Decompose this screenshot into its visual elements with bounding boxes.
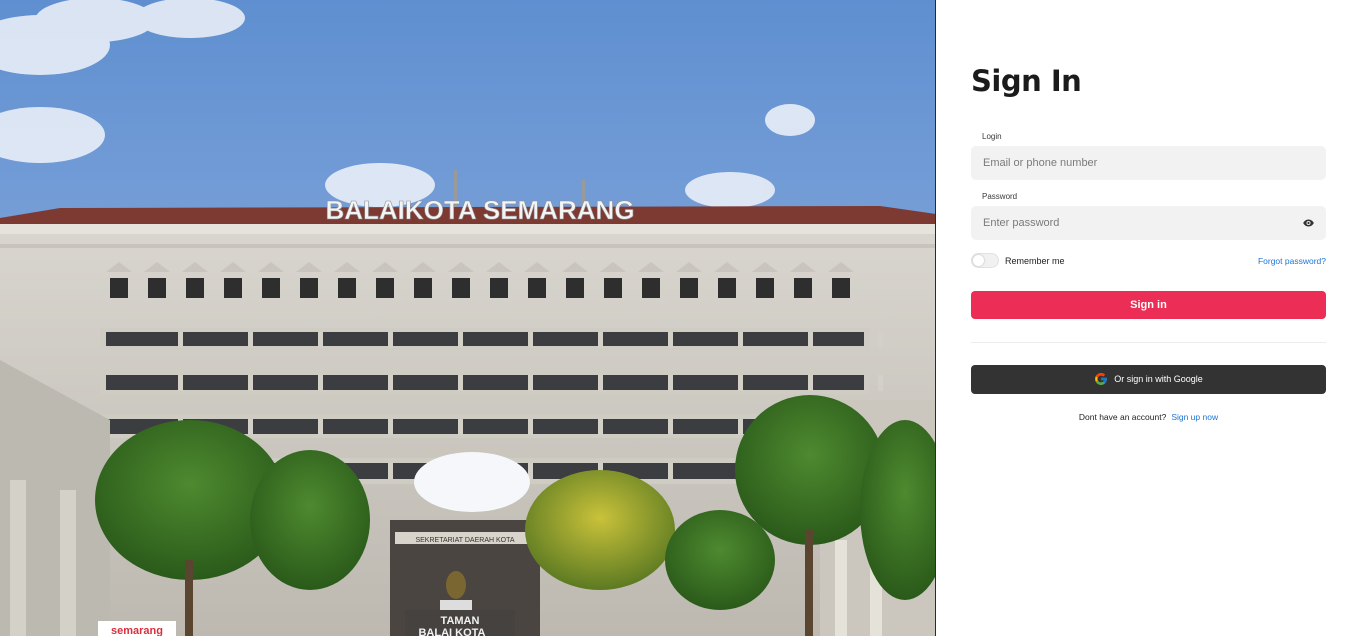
sign-in-panel: Sign In Login Password Remember me Forgo… <box>935 0 1352 636</box>
login-label: Login <box>982 132 1002 141</box>
facade-text: SEKRETARIAT DAERAH KOTA <box>415 537 514 544</box>
page-title: Sign In <box>971 64 1082 98</box>
signup-row: Dont have an account? Sign up now <box>971 412 1326 422</box>
login-field-container <box>971 146 1326 180</box>
google-logo-icon <box>1095 372 1108 385</box>
no-account-text: Dont have an account? <box>1078 412 1167 422</box>
divider <box>971 342 1326 343</box>
forgot-password-link[interactable]: Forgot password? <box>1258 256 1326 266</box>
login-input[interactable] <box>971 146 1326 180</box>
garden-sign-line2: BALAI KOTA <box>418 627 485 636</box>
building-sign: BALAIKOTA SEMARANG <box>325 195 634 225</box>
google-button-label: Or sign in with Google <box>1114 373 1203 384</box>
remember-label: Remember me <box>1005 256 1065 266</box>
sign-in-page: BALAIKOTA SEMARANG SEKRETARIAT DAERAH KO… <box>0 0 1352 636</box>
corner-brand: semarang <box>111 625 163 636</box>
remember-row: Remember me Forgot password? <box>971 253 1326 269</box>
hero-image: BALAIKOTA SEMARANG SEKRETARIAT DAERAH KO… <box>0 0 936 636</box>
password-input[interactable] <box>971 206 1326 240</box>
google-sign-in-button[interactable]: Or sign in with Google <box>971 365 1326 394</box>
sign-up-link[interactable]: Sign up now <box>1171 412 1218 422</box>
google-button-content: Or sign in with Google <box>1094 372 1203 386</box>
password-field-container <box>971 206 1326 240</box>
city-hall-photo: BALAIKOTA SEMARANG SEKRETARIAT DAERAH KO… <box>0 0 936 636</box>
sign-in-button[interactable]: Sign in <box>971 291 1326 319</box>
remember-toggle[interactable] <box>971 253 999 268</box>
eye-icon[interactable] <box>1302 217 1315 229</box>
password-label: Password <box>982 192 1018 201</box>
garden-sign-line1: TAMAN <box>441 615 480 627</box>
toggle-knob <box>973 255 984 266</box>
